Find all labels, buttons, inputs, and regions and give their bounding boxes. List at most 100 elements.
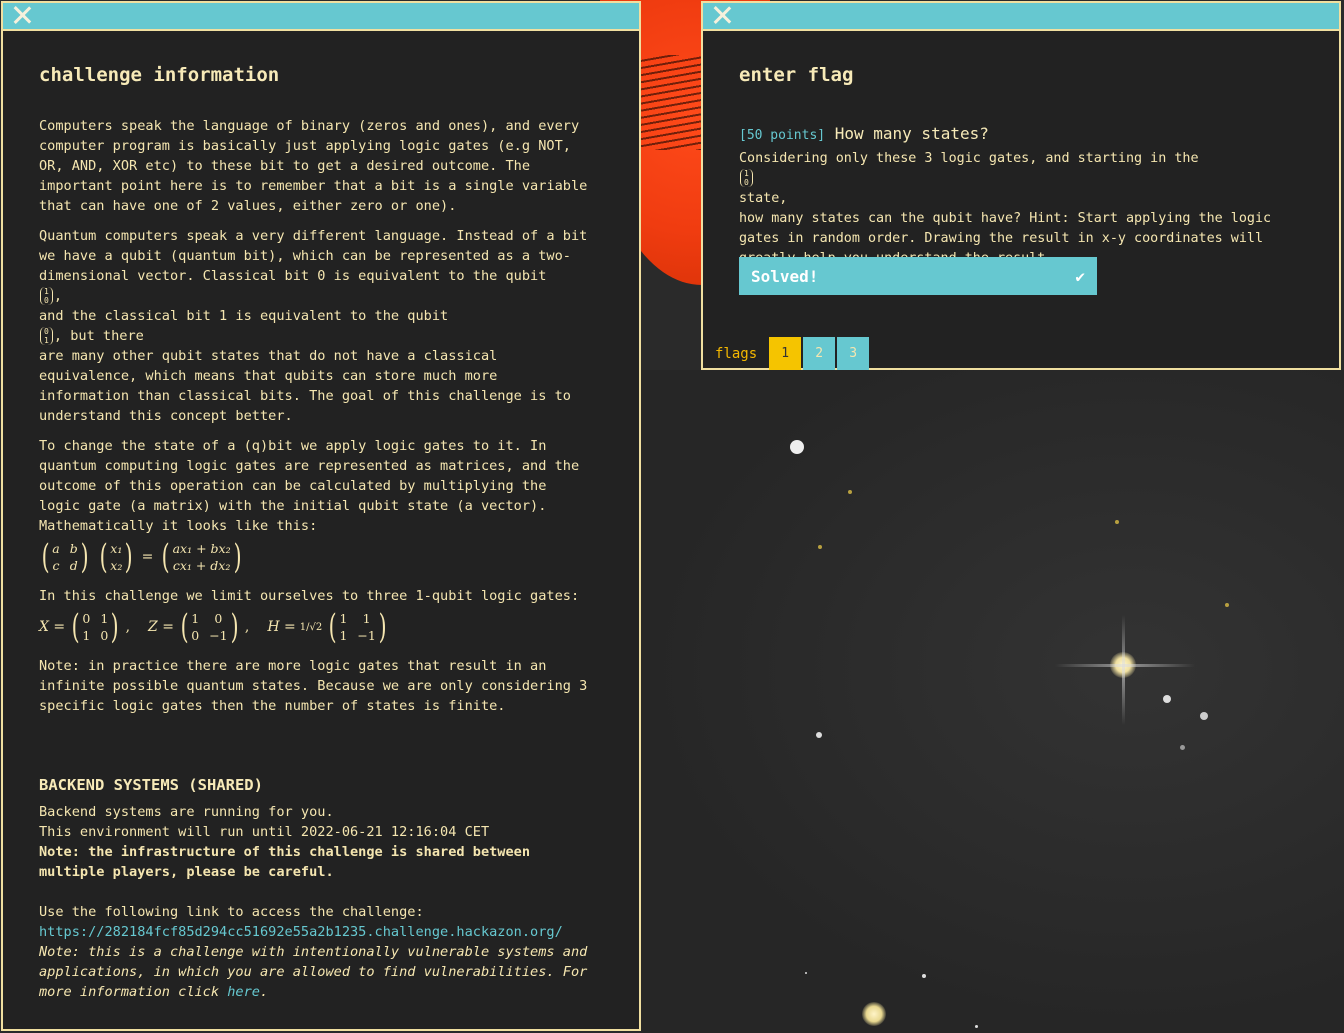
checkmark-icon: ✔ [1075,266,1085,286]
gate-z-matrix: ( 1 0 0 −1 ) [180,607,239,647]
matrix-entry: 1 [362,611,371,626]
vector-entry: 1 [744,169,749,178]
vector-entry: 0 [44,296,49,305]
matrix-entry: 1 [82,628,91,643]
gate-h-fraction: 1/√2 [299,621,323,633]
matrix-entry: 1 [100,611,109,626]
challenge-info-content: challenge information Computers speak th… [3,64,639,1002]
paragraph-qubit-text-b: and the classical bit 1 is equivalent to… [39,308,449,324]
vulnerability-note: Note: this is a challenge with intention… [39,942,603,1002]
star [805,972,807,974]
paragraph-three-gates: In this challenge we limit ourselves to … [39,588,580,604]
qubit-one-vector: 01 [40,327,53,345]
matrix-entry: a [52,541,60,556]
star [816,732,822,738]
paragraph-qubit-intro: Quantum computers speak a very different… [39,226,603,306]
gates-formula: X = ( 0 1 1 0 ) , Z = ( 1 0 0 −1) , H =… [39,610,603,644]
star [818,545,822,549]
star [1163,695,1171,703]
qubit-zero-vector: 10 [740,169,753,187]
period: . [260,984,269,1000]
window-title: enter flag [739,64,854,86]
gate-x-matrix: ( 0 1 1 0 ) [71,607,119,647]
close-icon[interactable] [711,4,733,26]
window-titlebar [3,3,639,31]
matrix-entry: 0 [82,611,91,626]
paragraph-qubit-states: are many other qubit states that do not … [39,348,571,424]
qubit-zero-vector: 10 [40,287,53,305]
flags-tabbar: flags 1 2 3 [703,337,871,370]
question-line-1: Considering only these 3 logic gates, an… [739,149,1303,209]
more-info-link[interactable]: here [227,984,260,1000]
solved-button[interactable]: Solved! ✔ [739,257,1097,295]
matrix-ab: ( a b c d ) [41,537,89,577]
star-flare-horizontal [1055,664,1195,667]
enter-flag-content: enter flag [50 points] How many states? … [703,64,1339,269]
paragraph-qubit-one: and the classical bit 1 is equivalent to… [39,306,603,346]
gate-h-matrix: ( 1 1 1 −1 ) [328,607,387,647]
result-vector: ( ax₁ + bx₂ cx₁ + dx₂ ) [161,537,242,577]
link-intro: Use the following link to access the cha… [39,904,424,920]
star [790,440,804,454]
paragraph-logic-gates: To change the state of a (q)bit we apply… [39,438,580,534]
equals-sign: = [141,549,154,565]
window-titlebar [703,3,1339,31]
matrix-entry: 1 [339,628,348,643]
matrix-entry: −1 [209,628,228,643]
vector-entry: 1 [44,287,49,296]
star [922,974,926,978]
vector-entry: x₁ [110,541,123,556]
vector-entry: ax₁ + bx₂ [172,541,231,556]
question-text-a: Considering only these 3 logic gates, an… [739,151,1199,166]
flag-tab-3[interactable]: 3 [837,337,870,370]
vector-entry: x₂ [110,558,123,573]
matrix-entry: 1 [191,611,200,626]
star [1225,603,1229,607]
challenge-info-window: challenge information Computers speak th… [1,1,641,1031]
vector-entry: cx₁ + dx₂ [172,558,231,573]
flag-tab-2[interactable]: 2 [803,337,836,370]
paragraph-qubit-text-b-end: , but there [53,328,144,344]
background-stripes [640,55,710,150]
star [975,1025,978,1028]
matrix-entry: 0 [191,628,200,643]
gate-x-label: X = [39,619,66,635]
matrix-entry: 1 [339,611,348,626]
backend-shared-note: Note: the infrastructure of this challen… [39,844,531,880]
close-icon[interactable] [11,4,33,26]
matrix-entry: c [52,558,60,573]
comma: , [53,288,63,304]
flag-tab-1[interactable]: 1 [769,337,802,370]
background-starfield [640,370,1344,1033]
gate-z-label: Z = [148,619,174,635]
comma: , [125,619,131,635]
window-title: challenge information [39,64,280,86]
vector-entry: 1 [44,336,49,345]
question-text-b: state, [739,191,788,206]
matrix-entry: d [69,558,78,573]
vector-entry: 0 [44,327,49,336]
star [1200,712,1208,720]
question-title: How many states? [834,124,989,143]
challenge-link[interactable]: https://282184fcf85d294cc51692e55a2b1235… [39,922,603,942]
paragraph-qubit-text-a: Quantum computers speak a very different… [39,228,588,284]
question-header: [50 points] How many states? [739,124,1303,143]
matrix-entry: −1 [357,628,376,643]
backend-running: Backend systems are running for you. [39,804,334,820]
matrix-entry: 0 [214,611,223,626]
star [848,490,852,494]
gate-h-label: H = [267,619,296,635]
comma: , [244,619,250,635]
matrix-formula: ( a b c d ) ( x₁ x₂ ) = (ax₁ + bx₂ cx₁ … [39,540,603,574]
matrix-entry: 0 [100,628,109,643]
backend-expiry: This environment will run until 2022-06-… [39,824,490,840]
enter-flag-window: enter flag [50 points] How many states? … [701,1,1341,370]
paragraph-note-finite: Note: in practice there are more logic g… [39,658,588,714]
solved-label: Solved! [751,266,819,286]
star [862,1002,886,1026]
paragraph-binary: Computers speak the language of binary (… [39,118,588,214]
vector-entry: 0 [744,178,749,187]
star [1180,745,1185,750]
flags-label: flags [715,345,758,362]
star [1115,520,1119,524]
